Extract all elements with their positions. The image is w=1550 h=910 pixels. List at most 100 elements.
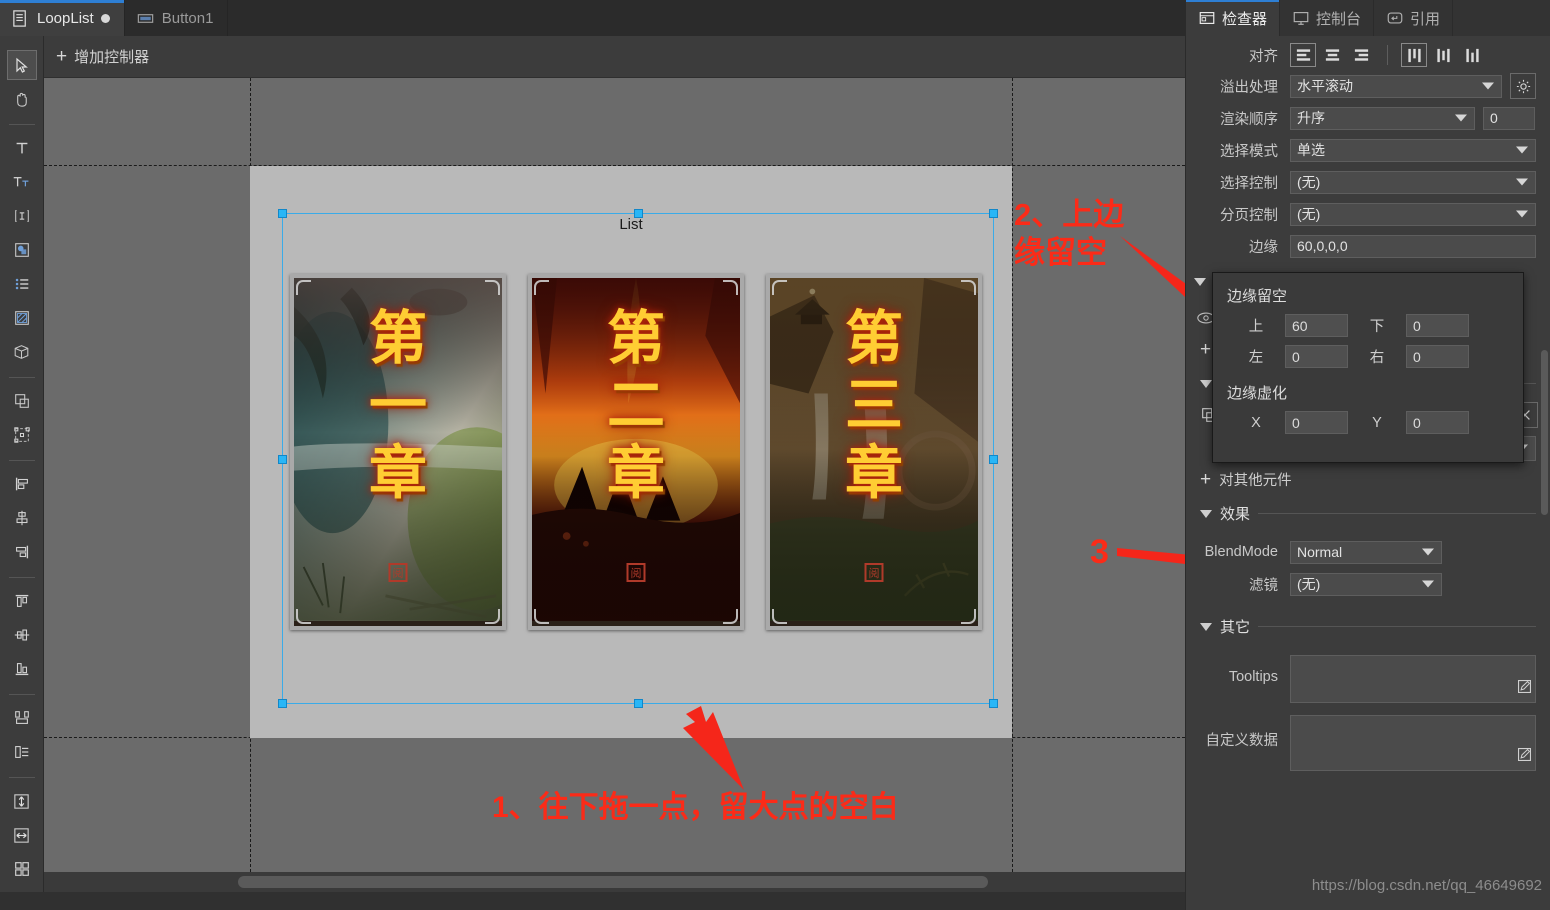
page-control-row: 分页控制 (无) bbox=[1186, 198, 1550, 230]
corner-ornament-icon bbox=[723, 280, 738, 295]
resize-handle-bottom-right[interactable] bbox=[989, 699, 998, 708]
align-right-button[interactable] bbox=[1348, 43, 1374, 67]
resize-handle-middle-left[interactable] bbox=[278, 455, 287, 464]
align-center-h-tool[interactable] bbox=[7, 503, 37, 533]
chevron-down-icon bbox=[1455, 114, 1467, 122]
overflow-select[interactable]: 水平滚动 bbox=[1290, 74, 1502, 98]
padding-left-input[interactable]: 0 bbox=[1285, 345, 1348, 368]
grid-tool[interactable] bbox=[7, 854, 37, 884]
stretch-horizontal-tool[interactable] bbox=[7, 820, 37, 850]
filter-label: 滤镜 bbox=[1249, 577, 1278, 594]
tab-console[interactable]: 控制台 bbox=[1280, 0, 1375, 36]
edit-tooltips-button[interactable] bbox=[1516, 678, 1533, 700]
resize-handle-top-left[interactable] bbox=[278, 209, 287, 218]
grid-icon bbox=[14, 862, 29, 876]
hand-icon bbox=[17, 92, 27, 107]
edit-pencil-icon bbox=[1517, 679, 1532, 694]
transform-tool[interactable] bbox=[7, 420, 37, 450]
align-middle-button[interactable] bbox=[1430, 43, 1456, 67]
canvas-horizontal-scrollbar[interactable] bbox=[44, 872, 1185, 892]
overflow-settings-button[interactable] bbox=[1510, 73, 1536, 99]
cube-3d-icon bbox=[14, 345, 29, 359]
page-control-select[interactable]: (无) bbox=[1290, 202, 1536, 226]
status-bar bbox=[0, 892, 1185, 910]
select-arrow-tool[interactable] bbox=[6, 50, 37, 80]
align-bottom-tool[interactable] bbox=[7, 654, 37, 684]
resize-handle-middle-right[interactable] bbox=[989, 455, 998, 464]
edit-pencil-icon bbox=[1517, 747, 1532, 762]
overflow-label: 溢出处理 bbox=[1220, 79, 1278, 96]
hand-pan-tool[interactable] bbox=[7, 84, 37, 114]
align-bottom-icon bbox=[15, 663, 28, 676]
rich-text-tool[interactable] bbox=[7, 167, 37, 197]
blur-y-input[interactable]: 0 bbox=[1406, 411, 1469, 434]
distribute-h-tool[interactable] bbox=[7, 703, 37, 733]
align-left-button[interactable] bbox=[1290, 43, 1316, 67]
scrollbar-thumb[interactable] bbox=[238, 876, 988, 888]
custom-data-input[interactable] bbox=[1290, 715, 1536, 771]
distribute-v-icon bbox=[14, 746, 28, 758]
padding-top-bottom-row: 上 60 下 0 bbox=[1227, 314, 1509, 337]
button-icon bbox=[137, 13, 153, 23]
resize-handle-top-center[interactable] bbox=[634, 209, 643, 218]
group-tool[interactable] bbox=[7, 386, 37, 416]
align-top-tool[interactable] bbox=[7, 586, 37, 616]
graph-tool[interactable] bbox=[7, 303, 37, 333]
padding-bottom-input[interactable]: 0 bbox=[1406, 314, 1469, 337]
chapter-card[interactable]: 第 三 章 阅 bbox=[766, 274, 982, 630]
card-title-char: 一 bbox=[368, 371, 427, 440]
tab-looplist[interactable]: LoopList bbox=[0, 0, 125, 36]
stretch-vertical-tool[interactable] bbox=[7, 786, 37, 816]
blur-x-input[interactable]: 0 bbox=[1285, 411, 1348, 434]
plus-icon: + bbox=[1200, 339, 1212, 360]
padding-top-input[interactable]: 60 bbox=[1285, 314, 1348, 337]
effects-section-header[interactable]: 效果 bbox=[1186, 495, 1550, 530]
align-center-button[interactable] bbox=[1319, 43, 1345, 67]
annotation-1: 1、往下拖一点，留大点的空白 bbox=[492, 791, 899, 824]
distribute-v-tool[interactable] bbox=[7, 737, 37, 767]
margin-input[interactable]: 60,0,0,0 bbox=[1290, 234, 1536, 258]
list-tool[interactable] bbox=[7, 269, 37, 299]
tooltips-input[interactable] bbox=[1290, 655, 1536, 703]
chevron-down-icon bbox=[1482, 82, 1494, 90]
resize-handle-top-right[interactable] bbox=[989, 209, 998, 218]
input-text-tool[interactable] bbox=[7, 201, 37, 231]
tooltips-label: Tooltips bbox=[1228, 669, 1278, 685]
resize-handle-bottom-center[interactable] bbox=[634, 699, 643, 708]
render-order-select[interactable]: 升序 bbox=[1290, 106, 1475, 130]
filter-select[interactable]: (无) bbox=[1290, 572, 1442, 596]
add-controller-button[interactable]: + 增加控制器 bbox=[56, 46, 149, 67]
corner-ornament-icon bbox=[961, 609, 976, 624]
inspector-scrollbar-thumb[interactable] bbox=[1541, 350, 1548, 515]
collapse-triangle-icon[interactable] bbox=[1194, 278, 1206, 286]
tab-button1[interactable]: Button1 bbox=[125, 0, 229, 36]
align-top-button[interactable] bbox=[1401, 43, 1427, 67]
padding-right-input[interactable]: 0 bbox=[1406, 345, 1469, 368]
resize-handle-bottom-left[interactable] bbox=[278, 699, 287, 708]
chapter-card[interactable]: 第 二 章 阅 bbox=[528, 274, 744, 630]
other-section-header[interactable]: 其它 bbox=[1186, 608, 1550, 643]
align-bottom-button[interactable] bbox=[1459, 43, 1485, 67]
section-divider bbox=[1258, 513, 1536, 514]
align-middle-v-tool[interactable] bbox=[7, 620, 37, 650]
corner-ornament-icon bbox=[296, 609, 311, 624]
chevron-down-icon bbox=[1516, 146, 1528, 154]
select-mode-select[interactable]: 单选 bbox=[1290, 138, 1536, 162]
document-icon bbox=[13, 9, 26, 27]
select-control-select[interactable]: (无) bbox=[1290, 170, 1536, 194]
align-left-tool[interactable] bbox=[7, 469, 37, 499]
three-d-tool[interactable] bbox=[7, 337, 37, 367]
blend-mode-select[interactable]: Normal bbox=[1290, 540, 1442, 564]
render-order-number-input[interactable]: 0 bbox=[1483, 106, 1535, 130]
tab-reference[interactable]: 引用 bbox=[1374, 0, 1454, 36]
edit-custom-data-button[interactable] bbox=[1516, 746, 1533, 768]
corner-ornament-icon bbox=[296, 280, 311, 295]
text-tool[interactable] bbox=[7, 133, 37, 163]
chevron-down-icon bbox=[1516, 210, 1528, 218]
image-tool[interactable] bbox=[7, 235, 37, 265]
add-other-association-row[interactable]: + 对其他元件 bbox=[1186, 464, 1550, 495]
chapter-card[interactable]: 第 一 章 阅 bbox=[290, 274, 506, 630]
align-right-tool[interactable] bbox=[7, 537, 37, 567]
tab-inspector[interactable]: 检查器 bbox=[1186, 0, 1281, 36]
margin-label: 边缘 bbox=[1249, 239, 1278, 256]
